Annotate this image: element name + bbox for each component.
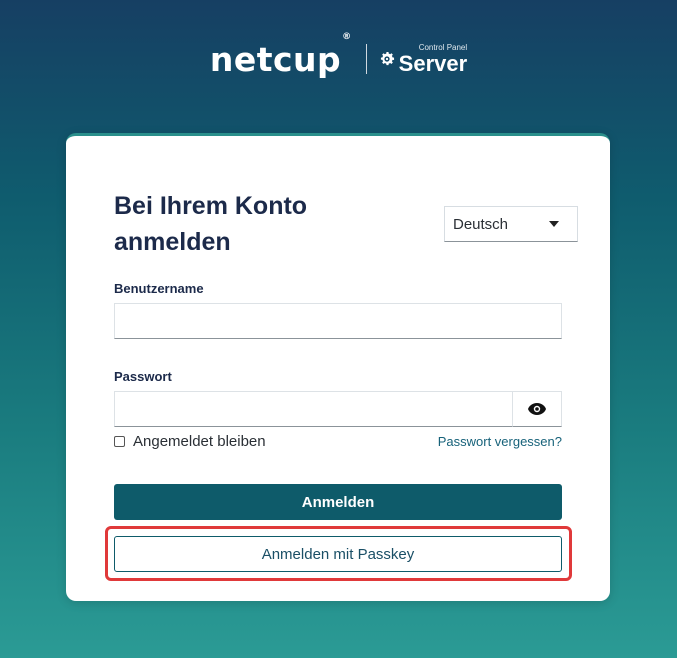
login-button[interactable]: Anmelden	[114, 484, 562, 520]
remember-me-checkbox[interactable]	[114, 436, 125, 447]
remember-me-label: Angemeldet bleiben	[133, 433, 266, 450]
server-control-panel-logo: Control Panel Server	[378, 43, 468, 76]
password-input[interactable]	[114, 391, 512, 427]
caret-down-icon	[549, 221, 559, 227]
username-input[interactable]	[114, 303, 562, 339]
registered-mark: ®	[342, 31, 352, 42]
password-label: Passwort	[114, 369, 172, 384]
page-title: Bei Ihrem Konto anmelden	[114, 192, 308, 256]
forgot-password-link[interactable]: Passwort vergessen?	[438, 434, 562, 449]
brand-name: netcup®	[209, 31, 352, 79]
server-label: Server	[398, 50, 468, 76]
logo-divider	[365, 44, 367, 74]
language-value: Deutsch	[453, 215, 509, 233]
header: netcup® Control Panel Server	[0, 31, 677, 80]
eye-icon	[528, 403, 546, 415]
username-label: Benutzername	[114, 281, 204, 296]
login-card: Bei Ihrem Konto anmelden Deutsch Benutzer…	[66, 133, 610, 601]
remember-me[interactable]: Angemeldet bleiben	[114, 433, 266, 450]
toggle-password-visibility-button[interactable]	[512, 391, 562, 427]
language-select[interactable]: Deutsch	[444, 206, 578, 242]
gear-icon	[380, 52, 394, 66]
logo: netcup® Control Panel Server	[209, 31, 468, 79]
passkey-login-button[interactable]: Anmelden mit Passkey	[114, 536, 562, 572]
